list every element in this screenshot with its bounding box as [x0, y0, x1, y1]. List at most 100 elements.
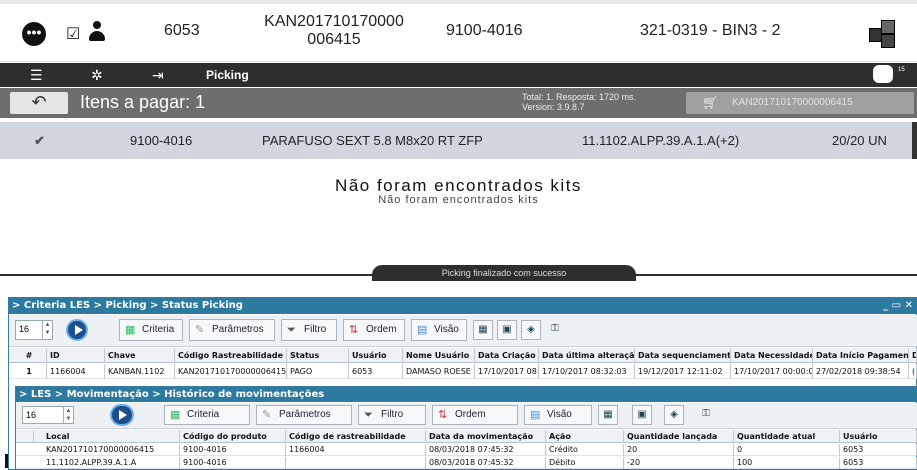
table-cell: KAN201710170000006415	[34, 444, 180, 456]
save-icon[interactable]: ▣	[497, 320, 517, 340]
table-cell	[286, 457, 426, 469]
action-bar: ↶ Itens a pagar: 1 Total: 1. Resposta: 1…	[0, 88, 917, 118]
parametros-button[interactable]: ✎ Parâmetros	[256, 405, 352, 425]
operator-code: 6053	[164, 22, 200, 39]
filtro-button[interactable]: ⏷ Filtro	[358, 405, 426, 425]
window-controls[interactable]: _ ▭ ✕	[883, 298, 913, 314]
table-cell: Crédito	[546, 444, 624, 456]
item-quantity: 20/20 UN	[832, 133, 887, 148]
filter-icon: ⏷	[287, 324, 296, 336]
item-location: 11.1102.ALPP.39.A.1.A(+2)	[582, 133, 740, 148]
gear-icon[interactable]: ✲	[91, 66, 103, 84]
table-cell: Débito	[546, 457, 624, 469]
column-header[interactable]: ID	[47, 348, 105, 363]
items-to-pick-title: Itens a pagar: 1	[80, 92, 206, 112]
back-arrow-icon[interactable]: ↶	[10, 92, 68, 114]
column-header[interactable]: Data última alteração	[539, 348, 635, 363]
list-icon[interactable]: ☰	[30, 66, 43, 84]
column-header[interactable]: Código de rastreabilidade	[286, 430, 426, 443]
column-header[interactable]: Data Necessidade	[731, 348, 813, 363]
criteria-button[interactable]: ▦ Criteria	[119, 319, 183, 341]
table-header: Local Código do produto Código de rastre…	[16, 430, 917, 443]
picking-header: ••• ☑ 6053 KAN201710170000 006415 9100-4…	[0, 4, 917, 62]
parametros-icon: ✎	[195, 324, 205, 336]
column-header[interactable]: Usuário	[349, 348, 403, 363]
chat-icon[interactable]	[873, 65, 893, 83]
window-title: > LES > Movimentação > Histórico de movi…	[19, 389, 325, 400]
column-header[interactable]: Quantidade lançada	[624, 430, 734, 443]
key-icon[interactable]: ⚿	[545, 320, 565, 340]
page-size-value: 16	[26, 410, 37, 420]
column-header[interactable]: Data Início Pagamento	[813, 348, 909, 363]
parametros-button[interactable]: ✎ Parâmetros	[189, 319, 275, 341]
ordem-label: Ordem	[455, 409, 486, 420]
pick-item-row[interactable]: ✔ 9100-4016 PARAFUSO SEXT 5.8 M8x20 RT Z…	[0, 122, 912, 159]
table-row[interactable]: KAN201710170000006415 9100-4016 1166004 …	[16, 444, 917, 456]
column-header[interactable]: Ação	[546, 430, 624, 443]
user-icon[interactable]	[88, 21, 106, 43]
stepper-arrows-icon[interactable]: ▲ ▼	[63, 407, 73, 423]
column-header[interactable]: Data da movimentação	[426, 430, 546, 443]
column-header[interactable]: Chave	[105, 348, 175, 363]
checkbox-icon[interactable]: ☑	[66, 24, 80, 44]
criteria-icon: ▦	[125, 324, 136, 336]
column-header[interactable]: Usuário	[840, 430, 917, 443]
column-header[interactable]: Nome Usuário	[403, 348, 475, 363]
table-cell: 9100-4016	[180, 457, 286, 469]
status-picking-toolbar: 16 ▲ ▼ ▦ Criteria ✎ Parâmetros ⏷ Filtro ⇅ Ord…	[9, 315, 917, 347]
table-row[interactable]: 11.1102.ALPP.39.A.1.A 9100-4016 08/03/20…	[16, 457, 917, 469]
visao-button[interactable]: ▤ Visão	[411, 319, 467, 341]
table-cell: 1166004	[286, 444, 426, 456]
cart-label: KAN201710170000006415	[732, 97, 853, 108]
visao-label: Visão	[434, 324, 459, 335]
table-cell: 6053	[349, 364, 403, 379]
export-excel-icon[interactable]: ▦	[473, 320, 493, 340]
boxes-icon[interactable]	[867, 18, 901, 50]
run-query-button[interactable]	[110, 404, 134, 426]
filtro-button[interactable]: ⏷ Filtro	[281, 319, 337, 341]
ordem-label: Ordem	[366, 324, 397, 335]
column-header[interactable]: #	[9, 348, 47, 363]
column-header[interactable]: Código Rastreabilidade	[175, 348, 287, 363]
ordem-button[interactable]: ⇅ Ordem	[432, 405, 518, 425]
table-row[interactable]: 1 1166004 KANBAN.1102 KAN201710170000006…	[9, 364, 917, 379]
parametros-label: Parâmetros	[279, 409, 331, 420]
run-query-button[interactable]	[66, 319, 88, 341]
tracking-code-line2: 006415	[307, 31, 361, 48]
page-size-stepper[interactable]: 16 ▲ ▼	[15, 320, 53, 340]
table-cell: 17/10/2017 08:32:03	[539, 364, 635, 379]
column-header[interactable]: Quantidade atual	[734, 430, 840, 443]
storage-location: 321-0319 - BIN3 - 2	[640, 22, 781, 39]
exit-icon[interactable]: ⇥	[152, 66, 164, 84]
app-version: Version: 3.9.8.7	[522, 102, 585, 112]
table-cell: 17/10/2017 08:3	[475, 364, 539, 379]
filtro-label: Filtro	[381, 409, 404, 420]
column-header[interactable]: D	[909, 348, 917, 363]
table-cell: 08/03/2018 07:45:32	[426, 444, 546, 456]
cart-button[interactable]: 🛒︎ KAN201710170000006415	[686, 92, 914, 114]
column-header[interactable]: Data Criação	[475, 348, 539, 363]
key-icon[interactable]: ⚿	[696, 405, 716, 425]
save-icon[interactable]: ▣	[632, 405, 652, 425]
code-view-icon[interactable]: ◈	[664, 405, 684, 425]
column-header[interactable]: Código do produto	[180, 430, 286, 443]
scrollbar[interactable]	[912, 122, 917, 159]
status-picking-titlebar: > Criteria LES > Picking > Status Pickin…	[9, 298, 917, 314]
parametros-label: Parâmetros	[212, 324, 264, 335]
left-edge-marker	[5, 454, 8, 468]
more-dots-icon[interactable]: •••	[22, 22, 46, 46]
criteria-label: Criteria	[142, 324, 175, 335]
criteria-button[interactable]: ▦ Criteria	[164, 405, 250, 425]
export-excel-icon[interactable]: ▦	[598, 405, 618, 425]
column-header[interactable]: Local	[34, 430, 180, 443]
table-cell: 100	[734, 457, 840, 469]
ordem-button[interactable]: ⇅ Ordem	[343, 319, 405, 341]
code-view-icon[interactable]: ◈	[521, 320, 541, 340]
empty-kits-title: Não foram encontrados kits	[335, 176, 582, 195]
item-product: 9100-4016	[130, 133, 193, 148]
stepper-arrows-icon[interactable]: ▲ ▼	[42, 321, 52, 339]
visao-button[interactable]: ▤ Visão	[524, 405, 592, 425]
column-header[interactable]: Data sequenciamento	[635, 348, 731, 363]
column-header[interactable]: Status	[287, 348, 349, 363]
page-size-stepper[interactable]: 16 ▲ ▼	[22, 406, 74, 424]
